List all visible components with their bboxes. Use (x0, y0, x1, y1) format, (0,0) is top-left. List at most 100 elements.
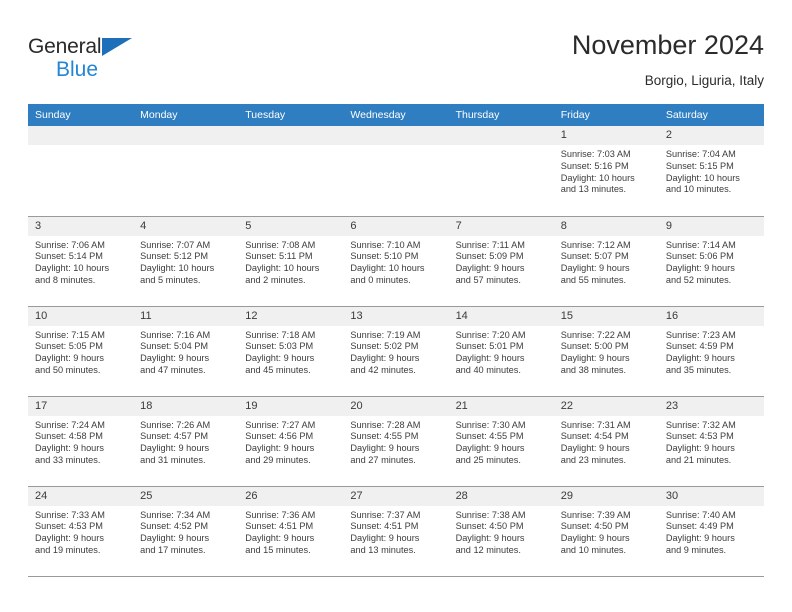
daylight-duration-line2: and 10 minutes. (665, 184, 732, 195)
calendar-day-cell-empty (343, 126, 449, 216)
daylight-duration-line1: Daylight: 9 hours (245, 533, 315, 544)
daylight-duration-line2: and 21 minutes. (665, 454, 732, 465)
day-number (28, 126, 134, 145)
day-details (238, 145, 343, 149)
calendar-day-cell[interactable]: 13 Sunrise: 7:19 AM Sunset: 5:02 PM Dayligh… (343, 305, 449, 396)
calendar-day-cell[interactable]: 5 Sunrise: 7:08 AM Sunset: 5:11 PM Daylight… (238, 215, 344, 306)
sunset-time: Sunset: 4:54 PM (560, 431, 629, 442)
day-details: Sunrise: 7:06 AM Sunset: 5:14 PM Daylight:… (28, 236, 133, 287)
sunset-time: Sunset: 4:55 PM (455, 431, 524, 442)
calendar-day-cell[interactable]: 2 Sunrise: 7:04 AM Sunset: 5:15 PM Daylight… (658, 126, 764, 216)
day-details: Sunrise: 7:07 AM Sunset: 5:12 PM Daylight:… (133, 236, 238, 287)
daylight-duration-line1: Daylight: 9 hours (455, 263, 525, 274)
calendar-day-cell[interactable]: 30 Sunrise: 7:40 AM Sunset: 4:49 PM Dayligh… (658, 485, 764, 577)
calendar-day-cell[interactable]: 7 Sunrise: 7:11 AM Sunset: 5:09 PM Daylight… (448, 215, 554, 306)
day-number (133, 126, 239, 145)
sunset-time: Sunset: 4:58 PM (35, 431, 103, 442)
calendar-day-cell[interactable]: 23 Sunrise: 7:32 AM Sunset: 4:53 PM Dayligh… (658, 395, 764, 486)
calendar-week-row: 17 Sunrise: 7:24 AM Sunset: 4:58 PM Dayligh… (28, 395, 764, 486)
general-blue-logo[interactable]: General Blue (28, 36, 148, 88)
daylight-duration-line1: Daylight: 9 hours (560, 263, 630, 274)
day-number: 3 (28, 216, 134, 236)
daylight-duration-line1: Daylight: 10 hours (350, 263, 425, 274)
sunset-time: Sunset: 5:04 PM (140, 341, 209, 352)
daylight-duration-line1: Daylight: 9 hours (35, 533, 104, 544)
day-details: Sunrise: 7:37 AM Sunset: 4:51 PM Daylight:… (343, 506, 448, 557)
calendar-day-cell[interactable]: 25 Sunrise: 7:34 AM Sunset: 4:52 PM Dayligh… (133, 485, 239, 577)
calendar-day-cell[interactable]: 14 Sunrise: 7:20 AM Sunset: 5:01 PM Dayligh… (448, 305, 554, 396)
calendar-day-cell[interactable]: 15 Sunrise: 7:22 AM Sunset: 5:00 PM Dayligh… (553, 305, 659, 396)
calendar-day-cell[interactable]: 21 Sunrise: 7:30 AM Sunset: 4:55 PM Dayligh… (448, 395, 554, 486)
daylight-duration-line1: Daylight: 9 hours (35, 443, 104, 454)
day-details: Sunrise: 7:38 AM Sunset: 4:50 PM Daylight:… (449, 506, 554, 557)
daylight-duration-line1: Daylight: 9 hours (245, 443, 315, 454)
day-number: 30 (658, 486, 764, 506)
day-number: 10 (28, 306, 134, 326)
day-details: Sunrise: 7:33 AM Sunset: 4:53 PM Daylight:… (28, 506, 133, 557)
day-number: 19 (238, 396, 344, 416)
calendar-day-cell[interactable]: 12 Sunrise: 7:18 AM Sunset: 5:03 PM Dayligh… (238, 305, 344, 396)
calendar-day-cell[interactable]: 10 Sunrise: 7:15 AM Sunset: 5:05 PM Dayligh… (28, 305, 134, 396)
weekday-header-sunday: Sunday (28, 104, 134, 126)
sunrise-time: Sunrise: 7:23 AM (665, 329, 736, 340)
calendar-week-row: 24 Sunrise: 7:33 AM Sunset: 4:53 PM Dayligh… (28, 485, 764, 577)
calendar-day-cell[interactable]: 27 Sunrise: 7:37 AM Sunset: 4:51 PM Dayligh… (343, 485, 449, 577)
calendar-day-cell[interactable]: 29 Sunrise: 7:39 AM Sunset: 4:50 PM Dayligh… (553, 485, 659, 577)
sunrise-time: Sunrise: 7:36 AM (245, 509, 316, 520)
calendar-day-cell[interactable]: 26 Sunrise: 7:36 AM Sunset: 4:51 PM Dayligh… (238, 485, 344, 577)
sunset-time: Sunset: 5:03 PM (245, 341, 314, 352)
sunrise-time: Sunrise: 7:04 AM (665, 149, 736, 159)
sunrise-time: Sunrise: 7:11 AM (455, 239, 525, 250)
day-details: Sunrise: 7:18 AM Sunset: 5:03 PM Daylight:… (238, 326, 343, 377)
calendar-day-cell[interactable]: 16 Sunrise: 7:23 AM Sunset: 4:59 PM Dayligh… (658, 305, 764, 396)
daylight-duration-line2: and 57 minutes. (455, 274, 521, 285)
daylight-duration-line2: and 52 minutes. (665, 274, 732, 285)
day-number: 20 (343, 396, 449, 416)
page-title: November 2024 (571, 30, 764, 60)
calendar-day-cell[interactable]: 4 Sunrise: 7:07 AM Sunset: 5:12 PM Daylight… (133, 215, 239, 306)
sunset-time: Sunset: 4:50 PM (455, 521, 524, 532)
calendar-day-cell[interactable]: 9 Sunrise: 7:14 AM Sunset: 5:06 PM Daylight… (658, 215, 764, 306)
calendar-day-cell-empty (28, 126, 134, 216)
day-details: Sunrise: 7:03 AM Sunset: 5:16 PM Daylight:… (554, 145, 659, 196)
calendar-day-cell[interactable]: 11 Sunrise: 7:16 AM Sunset: 5:04 PM Dayligh… (133, 305, 239, 396)
sunrise-sunset-calendar-table: Sunday Monday Tuesday Wednesday Thursday… (28, 104, 764, 577)
calendar-day-cell[interactable]: 1 Sunrise: 7:03 AM Sunset: 5:16 PM Daylight… (553, 126, 659, 216)
location-subtitle: Borgio, Liguria, Italy (644, 73, 764, 88)
title-block: November 2024 Borgio, Liguria, Italy (572, 28, 764, 91)
calendar-day-cell[interactable]: 20 Sunrise: 7:28 AM Sunset: 4:55 PM Dayligh… (343, 395, 449, 486)
daylight-duration-line1: Daylight: 10 hours (245, 263, 320, 274)
day-details: Sunrise: 7:14 AM Sunset: 5:06 PM Daylight:… (659, 236, 764, 287)
weekday-header-monday: Monday (133, 104, 239, 126)
sunrise-time: Sunrise: 7:03 AM (560, 149, 631, 159)
daylight-duration-line1: Daylight: 9 hours (140, 533, 210, 544)
sunrise-time: Sunrise: 7:38 AM (455, 509, 526, 520)
daylight-duration-line2: and 2 minutes. (245, 274, 306, 285)
calendar-day-cell[interactable]: 24 Sunrise: 7:33 AM Sunset: 4:53 PM Dayligh… (28, 485, 134, 577)
calendar-day-cell[interactable]: 3 Sunrise: 7:06 AM Sunset: 5:14 PM Daylight… (28, 215, 134, 306)
sunrise-time: Sunrise: 7:28 AM (350, 419, 421, 430)
calendar-day-cell[interactable]: 28 Sunrise: 7:38 AM Sunset: 4:50 PM Dayligh… (448, 485, 554, 577)
logo-word-general: General (28, 35, 102, 58)
daylight-duration-line1: Daylight: 9 hours (350, 533, 420, 544)
sunset-time: Sunset: 5:05 PM (35, 341, 103, 352)
sunrise-time: Sunrise: 7:33 AM (35, 509, 105, 520)
calendar-day-cell[interactable]: 8 Sunrise: 7:12 AM Sunset: 5:07 PM Daylight… (553, 215, 659, 306)
calendar-day-cell[interactable]: 17 Sunrise: 7:24 AM Sunset: 4:58 PM Dayligh… (28, 395, 134, 486)
day-details (343, 145, 448, 149)
calendar-day-cell[interactable]: 6 Sunrise: 7:10 AM Sunset: 5:10 PM Daylight… (343, 215, 449, 306)
calendar-day-cell[interactable]: 18 Sunrise: 7:26 AM Sunset: 4:57 PM Dayligh… (133, 395, 239, 486)
calendar-day-cell-empty (238, 126, 344, 216)
sunset-time: Sunset: 5:01 PM (455, 341, 524, 352)
sunset-time: Sunset: 4:55 PM (350, 431, 419, 442)
daylight-duration-line2: and 27 minutes. (350, 454, 416, 465)
calendar-day-cell-empty (133, 126, 239, 216)
calendar-day-cell[interactable]: 19 Sunrise: 7:27 AM Sunset: 4:56 PM Dayligh… (238, 395, 344, 486)
daylight-duration-line2: and 9 minutes. (665, 544, 727, 555)
calendar-day-cell[interactable]: 22 Sunrise: 7:31 AM Sunset: 4:54 PM Dayligh… (553, 395, 659, 486)
sunrise-time: Sunrise: 7:10 AM (350, 239, 421, 250)
logo-text-general: General (28, 36, 148, 58)
sunrise-time: Sunrise: 7:15 AM (35, 329, 105, 340)
daylight-duration-line1: Daylight: 9 hours (455, 353, 525, 364)
daylight-duration-line1: Daylight: 9 hours (665, 533, 735, 544)
